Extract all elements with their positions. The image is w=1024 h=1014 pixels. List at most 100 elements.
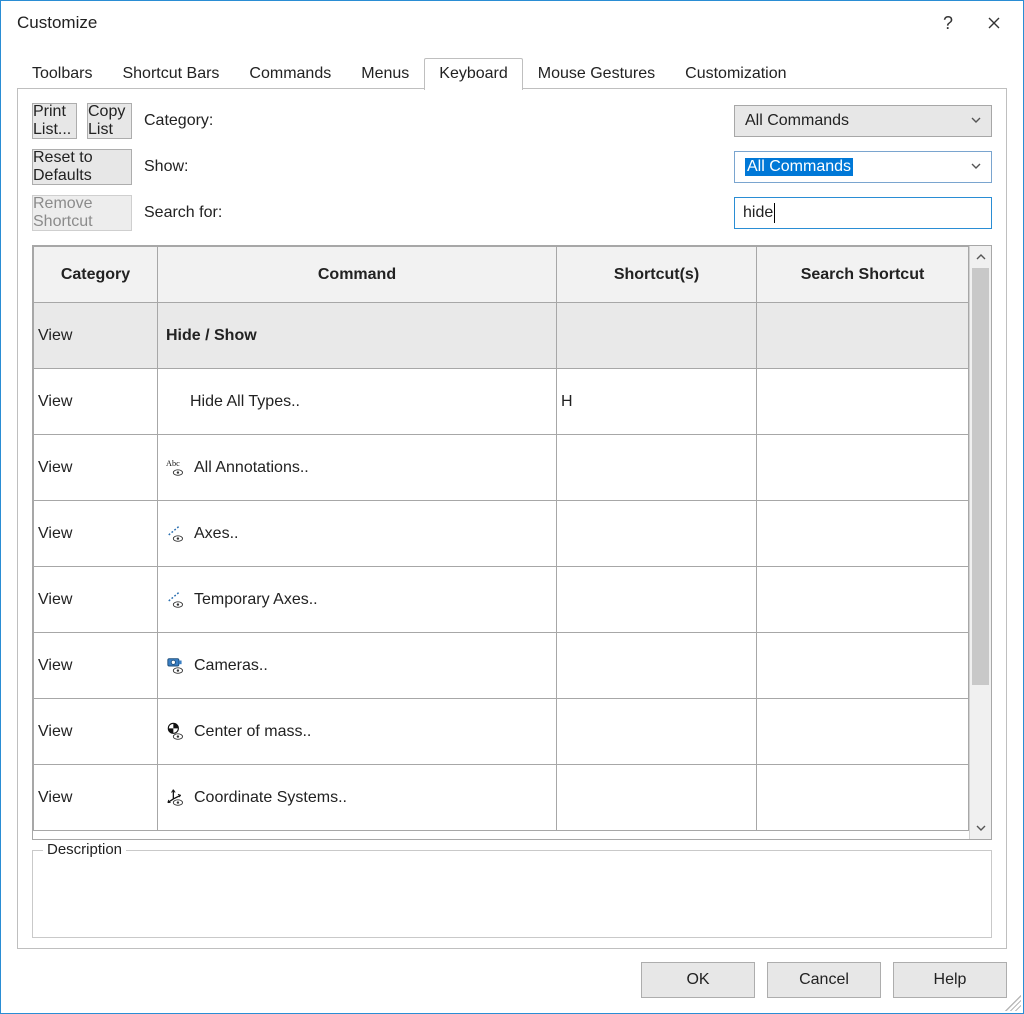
tab-area: Toolbars Shortcut Bars Commands Menus Ke… — [1, 45, 1023, 89]
cell-command: Center of mass.. — [158, 699, 557, 765]
copy-list-button[interactable]: Copy List — [87, 103, 132, 139]
cell-search-shortcut[interactable] — [757, 501, 969, 567]
tab-menus[interactable]: Menus — [346, 58, 424, 90]
cell-command: Abc All Annotations.. — [158, 435, 557, 501]
show-dropdown-value: All Commands — [745, 158, 853, 176]
cell-shortcut[interactable] — [557, 303, 757, 369]
commands-table-wrap: Category Command Shortcut(s) Search Shor… — [32, 245, 992, 840]
cell-command-text: Center of mass.. — [194, 723, 311, 741]
cell-command: Temporary Axes.. — [158, 567, 557, 633]
tab-shortcut-bars[interactable]: Shortcut Bars — [107, 58, 234, 90]
ok-button[interactable]: OK — [641, 962, 755, 998]
scroll-thumb[interactable] — [972, 268, 989, 685]
table-row[interactable]: View Cameras.. — [34, 633, 969, 699]
description-group: Description — [32, 850, 992, 938]
resize-grip-icon[interactable] — [1005, 995, 1021, 1011]
help-button[interactable]: Help — [893, 962, 1007, 998]
col-search-shortcut[interactable]: Search Shortcut — [757, 247, 969, 303]
search-for-label: Search for: — [144, 204, 722, 222]
table-row[interactable]: View Coordinate Systems.. — [34, 765, 969, 831]
cell-category: View — [34, 369, 158, 435]
titlebar: Customize ? — [1, 1, 1023, 45]
print-list-button[interactable]: Print List... — [32, 103, 77, 139]
keyboard-panel: Category: All Commands Print List... Cop… — [17, 89, 1007, 949]
cancel-button[interactable]: Cancel — [767, 962, 881, 998]
cell-shortcut[interactable] — [557, 435, 757, 501]
cell-category: View — [34, 633, 158, 699]
table-row[interactable]: View Hide / Show — [34, 303, 969, 369]
cell-command: Cameras.. — [158, 633, 557, 699]
cell-command: Hide All Types.. — [158, 369, 557, 435]
cell-shortcut[interactable]: H — [557, 369, 757, 435]
cell-command: Hide / Show — [158, 303, 557, 369]
cell-category: View — [34, 303, 158, 369]
cell-search-shortcut[interactable] — [757, 303, 969, 369]
scroll-track[interactable] — [970, 268, 991, 817]
window-title: Customize — [17, 13, 925, 33]
help-icon[interactable]: ? — [925, 7, 971, 39]
cell-command-text: Hide / Show — [166, 327, 257, 345]
tab-toolbars[interactable]: Toolbars — [17, 58, 107, 90]
csys-eye-icon — [166, 788, 188, 808]
cell-shortcut[interactable] — [557, 567, 757, 633]
cell-search-shortcut[interactable] — [757, 567, 969, 633]
abc-eye-icon: Abc — [166, 458, 188, 478]
cell-shortcut[interactable] — [557, 501, 757, 567]
cell-category: View — [34, 501, 158, 567]
category-dropdown-value: All Commands — [745, 112, 849, 130]
cell-shortcut[interactable] — [557, 699, 757, 765]
col-shortcuts[interactable]: Shortcut(s) — [557, 247, 757, 303]
table-row[interactable]: View Abc All Annotations.. — [34, 435, 969, 501]
col-command[interactable]: Command — [158, 247, 557, 303]
axes-eye-icon — [166, 590, 188, 610]
table-row[interactable]: View Axes.. — [34, 501, 969, 567]
col-category[interactable]: Category — [34, 247, 158, 303]
cell-category: View — [34, 699, 158, 765]
cell-command-text: Cameras.. — [194, 657, 268, 675]
scroll-down-icon[interactable] — [970, 817, 991, 839]
table-row[interactable]: View Center of mass.. — [34, 699, 969, 765]
cell-search-shortcut[interactable] — [757, 369, 969, 435]
table-row[interactable]: View Hide All Types.. H — [34, 369, 969, 435]
tab-keyboard[interactable]: Keyboard — [424, 58, 523, 90]
axes-eye-icon — [166, 524, 188, 544]
table-scrollbar[interactable] — [969, 246, 991, 839]
camera-eye-icon — [166, 656, 188, 676]
show-dropdown[interactable]: All Commands — [734, 151, 992, 183]
category-dropdown[interactable]: All Commands — [734, 105, 992, 137]
table-row[interactable]: View Temporary Axes.. — [34, 567, 969, 633]
cell-command-text: Temporary Axes.. — [194, 591, 318, 609]
cell-shortcut[interactable] — [557, 633, 757, 699]
customize-dialog: Customize ? Toolbars Shortcut Bars Comma… — [0, 0, 1024, 1014]
description-label: Description — [43, 841, 126, 858]
cell-command-text: Axes.. — [194, 525, 238, 543]
cell-command-text: All Annotations.. — [194, 459, 309, 477]
cell-category: View — [34, 435, 158, 501]
dialog-footer: OK Cancel Help — [1, 957, 1023, 1013]
tab-customization[interactable]: Customization — [670, 58, 801, 90]
tabstrip: Toolbars Shortcut Bars Commands Menus Ke… — [17, 53, 1007, 89]
cell-search-shortcut[interactable] — [757, 435, 969, 501]
cell-command-text: Hide All Types.. — [190, 393, 300, 411]
cell-search-shortcut[interactable] — [757, 699, 969, 765]
scroll-up-icon[interactable] — [970, 246, 991, 268]
table-header-row: Category Command Shortcut(s) Search Shor… — [34, 247, 969, 303]
cell-command: Coordinate Systems.. — [158, 765, 557, 831]
chevron-down-icon — [971, 112, 981, 130]
svg-text:Abc: Abc — [166, 459, 180, 468]
tab-mouse-gestures[interactable]: Mouse Gestures — [523, 58, 670, 90]
cell-category: View — [34, 765, 158, 831]
search-input[interactable]: hide — [734, 197, 992, 229]
close-icon[interactable] — [971, 7, 1017, 39]
cell-search-shortcut[interactable] — [757, 765, 969, 831]
tab-commands[interactable]: Commands — [234, 58, 346, 90]
cell-search-shortcut[interactable] — [757, 633, 969, 699]
cell-category: View — [34, 567, 158, 633]
reset-defaults-button[interactable]: Reset to Defaults — [32, 149, 132, 185]
cell-command-text: Coordinate Systems.. — [194, 789, 347, 807]
cell-shortcut[interactable] — [557, 765, 757, 831]
remove-shortcut-button: Remove Shortcut — [32, 195, 132, 231]
top-controls: Category: All Commands Print List... Cop… — [32, 103, 992, 231]
commands-table[interactable]: Category Command Shortcut(s) Search Shor… — [33, 246, 969, 831]
show-label: Show: — [144, 158, 722, 176]
